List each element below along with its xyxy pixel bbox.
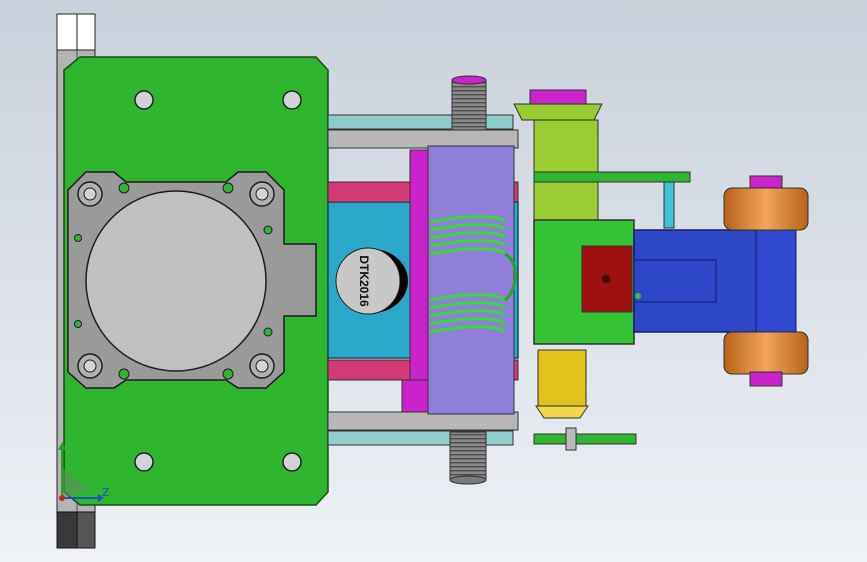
mount-hole [134,452,154,472]
cylinder-flange[interactable] [67,171,317,389]
z-axis-label: Z [102,486,110,499]
piston-rod-lower[interactable] [401,379,429,413]
cad-viewport[interactable]: DTK2016 Z [0,0,867,562]
adjust-bolt-top[interactable] [451,75,487,131]
clamp-block[interactable] [633,229,797,333]
mount-hole [282,452,302,472]
guide-rail-bottom[interactable] [327,411,519,446]
guide-rail-top[interactable] [327,114,519,149]
part-label: DTK2016 [357,255,371,307]
mount-hole [134,90,154,110]
cylinder-bore [85,190,267,372]
mount-hole [282,90,302,110]
assembly-drawing[interactable]: DTK2016 Z [0,0,867,562]
adjust-bolt-bottom[interactable] [449,431,487,485]
clamp-arm[interactable] [533,219,635,345]
slide-sleeve[interactable] [427,145,515,415]
